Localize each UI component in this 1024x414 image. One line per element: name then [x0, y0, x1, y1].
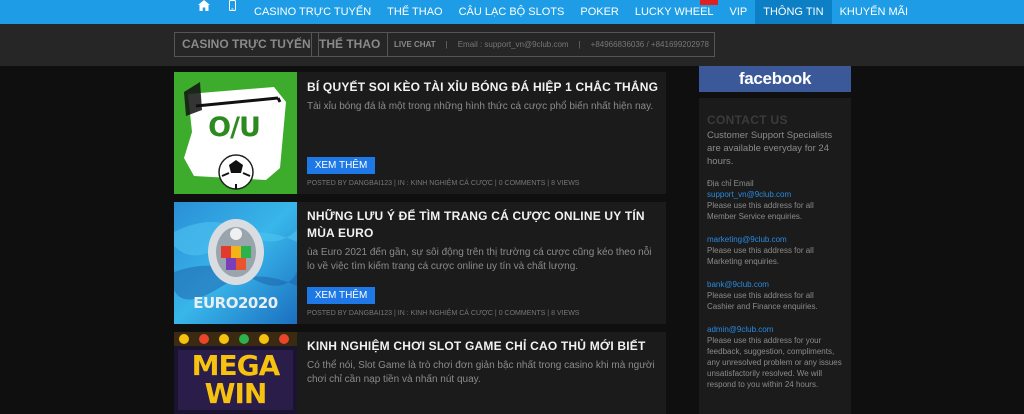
nav-item-lucky-wheel[interactable]: LUCKY WHEEL: [627, 0, 722, 24]
post-title[interactable]: KINH NGHIỆM CHƠI SLOT GAME CHỈ CAO THỦ M…: [307, 338, 661, 355]
nav-item-casino[interactable]: CASINO TRỰC TUYẾN: [246, 0, 379, 24]
post-body: BÍ QUYẾT SOI KÈO TÀI XỈU BÓNG ĐÁ HIỆP 1 …: [307, 79, 661, 114]
thumbnail-text: EURO2020: [193, 294, 278, 312]
post-thumbnail-euro2020[interactable]: EURO2020: [174, 202, 297, 324]
post-excerpt: Có thể nói, Slot Game là trò chơi đơn gi…: [307, 360, 655, 385]
sports-button[interactable]: THỂ THAO: [311, 32, 389, 57]
email-label: Địa chỉ Email: [707, 179, 754, 188]
post-meta: POSTED BY DANGBAI123 | IN : KINH NGHIỆM …: [307, 310, 580, 317]
bank-email-link[interactable]: bank@9club.com: [707, 279, 843, 290]
marketing-email-desc: Please use this address for all Marketin…: [707, 246, 814, 266]
support-email-link[interactable]: support_vn@9club.com: [707, 189, 843, 200]
secondary-bar: CASINO TRỰC TUYẾN THỂ THAO LIVE CHAT | E…: [0, 24, 1024, 66]
post-excerpt: ùa Euro 2021 đến gần, sự sôi động trên t…: [307, 247, 652, 272]
home-icon[interactable]: [190, 0, 218, 24]
admin-email-link[interactable]: admin@9club.com: [707, 324, 843, 335]
facebook-widget[interactable]: facebook: [699, 66, 851, 92]
read-more-button[interactable]: XEM THÊM: [307, 157, 375, 174]
post-thumbnail-over-under[interactable]: O/U: [174, 72, 297, 194]
nav-item-lucky-wheel-label: LUCKY WHEEL: [634, 6, 714, 18]
read-more-button[interactable]: XEM THÊM: [307, 287, 375, 304]
separator: |: [578, 40, 581, 49]
post-thumbnail-mega-win[interactable]: MEGA WIN: [174, 332, 297, 414]
nav-item-sports[interactable]: THỂ THAO: [379, 0, 450, 24]
separator: |: [445, 40, 448, 49]
post-card: MEGA WIN KINH NGHIỆM CHƠI SLOT GAME CHỈ …: [174, 332, 666, 414]
mobile-phone-icon[interactable]: [218, 0, 246, 24]
header-email[interactable]: Email : support_vn@9club.com: [458, 33, 569, 56]
post-card: EURO2020 NHỮNG LƯU Ý ĐỂ TÌM TRANG CÁ CƯỢ…: [174, 202, 666, 324]
nav-item-promotions[interactable]: KHUYẾN MÃI: [832, 0, 916, 24]
contact-title: CONTACT US: [707, 113, 788, 127]
post-meta: POSTED BY DANGBAI123 | IN : KINH NGHIỆM …: [307, 180, 580, 187]
marketing-email-link[interactable]: marketing@9club.com: [707, 234, 843, 245]
nav-item-vip[interactable]: VIP: [722, 0, 756, 24]
live-chat-link[interactable]: LIVE CHAT: [394, 33, 436, 56]
post-body: NHỮNG LƯU Ý ĐỂ TÌM TRANG CÁ CƯỢC ONLINE …: [307, 208, 661, 274]
contact-info-box: LIVE CHAT | Email : support_vn@9club.com…: [387, 32, 715, 57]
bank-email-desc: Please use this address for all Cashier …: [707, 291, 818, 311]
top-navigation-bar: CASINO TRỰC TUYẾN THỂ THAO CÂU LẠC BỘ SL…: [0, 0, 1024, 24]
post-excerpt: Tài xỉu bóng đá là một trong những hình …: [307, 101, 654, 112]
post-title[interactable]: NHỮNG LƯU Ý ĐỂ TÌM TRANG CÁ CƯỢC ONLINE …: [307, 208, 661, 242]
thumbnail-text: O/U: [208, 112, 261, 143]
post-body: KINH NGHIỆM CHƠI SLOT GAME CHỈ CAO THỦ M…: [307, 338, 661, 387]
nav-item-info[interactable]: THÔNG TIN: [755, 0, 832, 24]
thumbnail-text: MEGA WIN: [191, 349, 281, 410]
contact-us-widget: CONTACT US Customer Support Specialists …: [699, 98, 851, 414]
casino-online-button[interactable]: CASINO TRỰC TUYẾN: [174, 32, 319, 57]
header-phones: +84966836036 / +841699202978: [590, 40, 709, 49]
post-card: O/U BÍ QUYẾT SOI KÈO TÀI XỈU BÓNG ĐÁ HIỆ…: [174, 72, 666, 194]
nav-item-slots-club[interactable]: CÂU LẠC BỘ SLOTS: [451, 0, 573, 24]
nav-menu: CASINO TRỰC TUYẾN THỂ THAO CÂU LẠC BỘ SL…: [190, 0, 916, 24]
contact-intro: Customer Support Specialists are availab…: [707, 130, 833, 167]
nav-item-poker[interactable]: POKER: [572, 0, 627, 24]
post-title[interactable]: BÍ QUYẾT SOI KÈO TÀI XỈU BÓNG ĐÁ HIỆP 1 …: [307, 79, 661, 96]
support-email-desc: Please use this address for all Member S…: [707, 201, 814, 221]
admin-email-desc: Please use this address for your feedbac…: [707, 336, 842, 389]
new-badge: [699, 0, 718, 5]
